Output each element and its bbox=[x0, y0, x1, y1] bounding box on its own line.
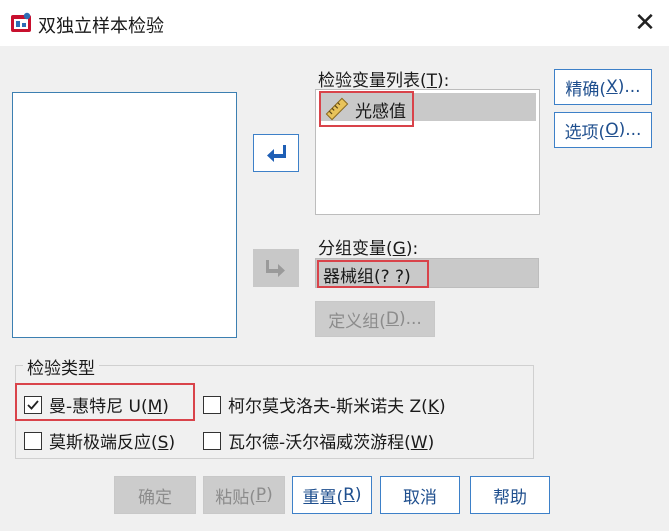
app-icon bbox=[10, 12, 32, 34]
checkbox-unchecked[interactable] bbox=[203, 395, 221, 414]
move-to-test-list-button[interactable] bbox=[253, 134, 299, 172]
variable-name: 光感值 bbox=[355, 101, 406, 122]
ok-button[interactable]: 确定 bbox=[114, 476, 196, 514]
check-icon bbox=[27, 399, 39, 410]
close-icon: ✕ bbox=[634, 8, 656, 38]
highlighted-variable: 光感值 bbox=[319, 91, 414, 127]
move-to-grouping-button[interactable] bbox=[253, 249, 299, 287]
kolmogorov-smirnov-option[interactable]: 柯尔莫戈洛夫-斯米诺夫 Z(K) bbox=[203, 392, 446, 417]
test-variable-list-label: 检验变量列表(T): bbox=[318, 71, 450, 91]
checkbox-unchecked[interactable] bbox=[203, 431, 221, 450]
arrow-left-icon bbox=[267, 145, 286, 162]
moses-extreme-option[interactable]: 莫斯极端反应(S) bbox=[24, 428, 175, 453]
list-item[interactable]: 光感值 bbox=[319, 91, 536, 127]
title-bar: 双独立样本检验 ✕ bbox=[0, 0, 669, 46]
test-type-title: 检验类型 bbox=[23, 354, 99, 379]
exact-button[interactable]: 精确(X)... bbox=[554, 69, 652, 105]
paste-button[interactable]: 粘贴(P) bbox=[203, 476, 285, 514]
wald-wolfowitz-option[interactable]: 瓦尔德-沃尔福威茨游程(W) bbox=[203, 428, 434, 453]
options-button[interactable]: 选项(O)... bbox=[554, 112, 652, 148]
grouping-value: 器械组(? ?) bbox=[323, 266, 411, 287]
reset-button[interactable]: 重置(R) bbox=[292, 476, 372, 514]
mann-whitney-option[interactable]: 曼-惠特尼 U(M) bbox=[24, 392, 169, 417]
checkbox-checked[interactable] bbox=[24, 395, 42, 414]
grouping-variable-field[interactable]: 器械组(? ?) bbox=[315, 258, 539, 288]
grouping-variable-label: 分组变量(G): bbox=[318, 239, 419, 259]
highlighted-grouping: 器械组(? ?) bbox=[317, 260, 429, 288]
define-groups-button[interactable]: 定义组(D)... bbox=[315, 301, 435, 337]
source-variable-list[interactable] bbox=[12, 92, 237, 338]
close-button[interactable]: ✕ bbox=[628, 6, 662, 40]
window-title: 双独立样本检验 bbox=[38, 16, 164, 37]
arrow-right-icon bbox=[266, 260, 285, 277]
cancel-button[interactable]: 取消 bbox=[380, 476, 460, 514]
ruler-icon bbox=[325, 97, 349, 121]
checkbox-unchecked[interactable] bbox=[24, 431, 42, 450]
help-button[interactable]: 帮助 bbox=[470, 476, 550, 514]
test-variable-list[interactable]: 光感值 bbox=[315, 89, 540, 215]
